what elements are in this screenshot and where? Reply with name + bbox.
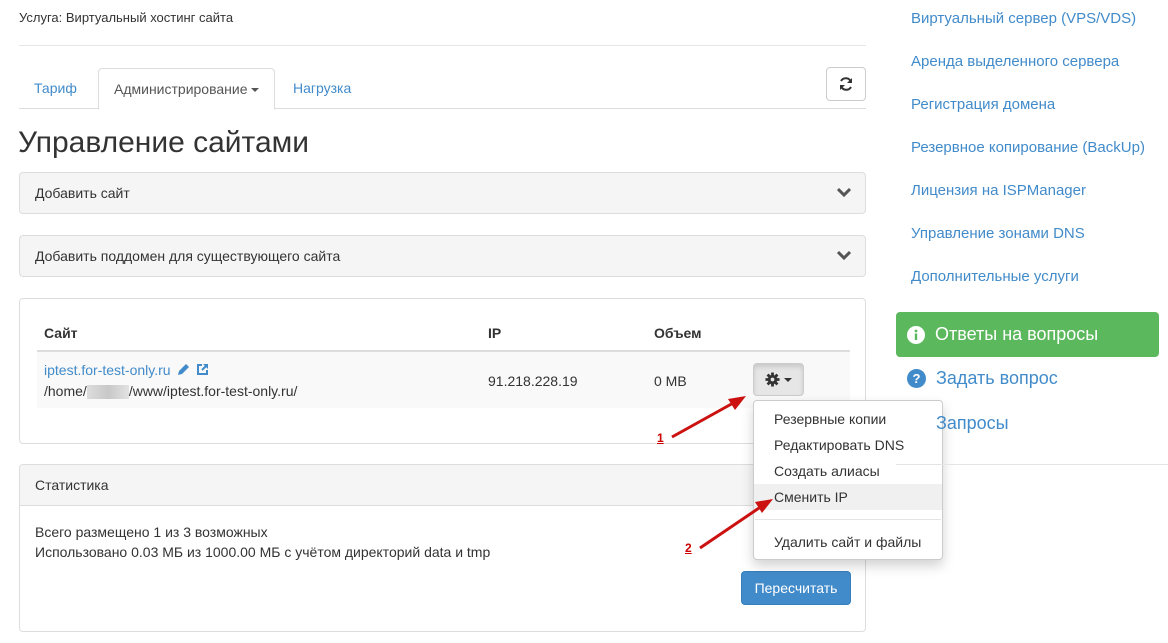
arrow-1-line [671, 400, 736, 439]
arrow-2-line [699, 504, 763, 550]
annotation-arrows [671, 396, 773, 550]
annotation-step-2: 2 [685, 541, 692, 555]
arrow-2-head [755, 499, 773, 513]
arrow-1-head [728, 396, 746, 410]
annotation-step-1: 1 [657, 431, 664, 445]
